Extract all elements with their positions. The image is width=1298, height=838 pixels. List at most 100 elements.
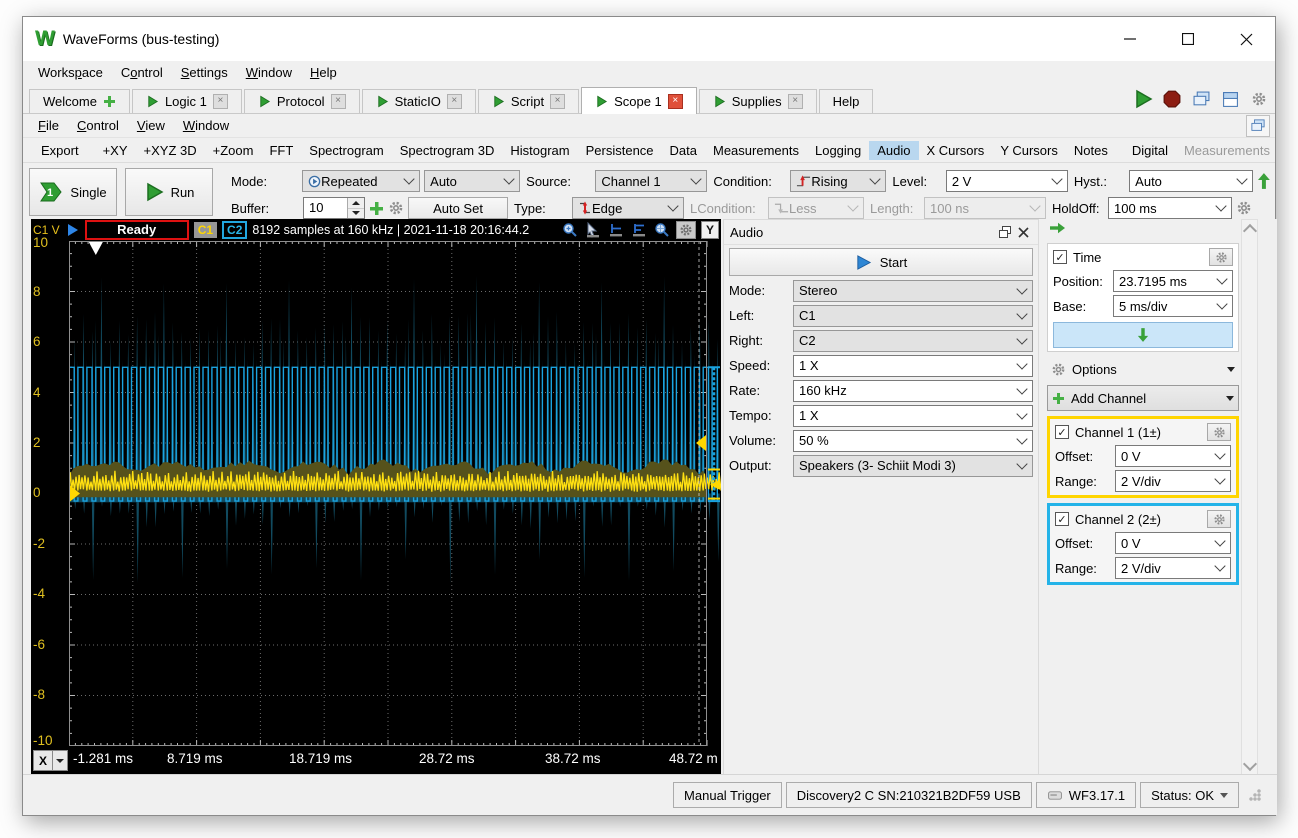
single-button[interactable]: 1 Single [29,168,117,216]
time-gear-icon[interactable] [1209,248,1233,266]
plot-settings-gear-icon[interactable] [676,221,696,239]
manual-trigger-button[interactable]: Manual Trigger [673,782,782,808]
audio-start-button[interactable]: Start [729,248,1033,276]
view-notes[interactable]: Notes [1066,141,1116,160]
view-histogram[interactable]: Histogram [502,141,577,160]
buffer-gear-icon[interactable] [388,200,404,216]
base-select[interactable]: 5 ms/div [1113,295,1233,317]
view-y-cursors[interactable]: Y Cursors [992,141,1066,160]
view-measurements[interactable]: Measurements [705,141,807,160]
close-button[interactable] [1217,17,1275,61]
scroll-down-icon[interactable] [1242,757,1256,771]
holdoff-select[interactable]: 100 ms [1108,197,1232,219]
menu-control[interactable]: Control [112,61,172,85]
channel2-checkbox[interactable]: ✓ [1055,512,1069,526]
close-icon[interactable]: × [331,94,346,109]
split-windows-button[interactable] [1218,87,1242,111]
collapse-panel-arrow-icon[interactable] [1047,219,1239,237]
stop-all-button[interactable] [1160,87,1184,111]
resize-grip[interactable] [1249,789,1261,801]
scope-menu-view[interactable]: View [128,114,174,138]
channel1-gear-icon[interactable] [1207,423,1231,441]
audio-mode-select[interactable]: Stereo [793,280,1033,302]
channel1-checkbox[interactable]: ✓ [1055,425,1069,439]
maximize-button[interactable] [1159,17,1217,61]
view-logging[interactable]: Logging [807,141,869,160]
status-ok-button[interactable]: Status: OK [1140,782,1239,808]
run-button[interactable]: Run [125,168,213,216]
tab-help[interactable]: Help [819,89,874,113]
channel1-range-select[interactable]: 2 V/div [1115,470,1231,492]
add-channel-button[interactable]: Add Channel [1047,385,1239,411]
float-panel-icon[interactable] [996,224,1014,240]
auto-set-button[interactable]: Auto Set [408,197,508,219]
channel2-range-select[interactable]: 2 V/div [1115,557,1231,579]
view-digital-measurements[interactable]: Measurements [1176,141,1278,160]
scope-menu-control[interactable]: Control [68,114,128,138]
position-select[interactable]: 23.7195 ms [1113,270,1233,292]
channel1-tab[interactable]: C1 [194,222,217,238]
view-zoom[interactable]: +Zoom [205,141,262,160]
menu-settings[interactable]: Settings [172,61,237,85]
trigger-gear-icon[interactable] [1236,200,1252,216]
add-buffer-icon[interactable] [369,201,384,216]
zoom-in-icon[interactable] [561,222,579,239]
base-down-button[interactable] [1053,322,1233,348]
tab-supplies[interactable]: Supplies × [699,89,817,113]
time-checkbox[interactable]: ✓ [1053,250,1067,264]
view-xyz3d[interactable]: +XYZ 3D [136,141,205,160]
menu-help[interactable]: Help [301,61,346,85]
settings-gear-icon[interactable] [1247,87,1271,111]
tab-welcome[interactable]: Welcome [29,89,130,113]
close-panel-icon[interactable] [1014,224,1032,240]
tab-staticio[interactable]: StaticIO × [362,89,476,113]
view-fft[interactable]: FFT [261,141,301,160]
view-data[interactable]: Data [662,141,705,160]
menu-workspace[interactable]: Workspace [29,61,112,85]
menu-window[interactable]: Window [237,61,301,85]
scope-menu-window[interactable]: Window [174,114,238,138]
lcondition-select[interactable]: Less [768,197,864,219]
options-row[interactable]: Options [1047,357,1239,381]
close-icon[interactable]: × [213,94,228,109]
panel-scrollbar[interactable] [1241,219,1258,776]
view-spectrogram-3d[interactable]: Spectrogram 3D [392,141,503,160]
type-select[interactable]: Edge [572,197,684,219]
audio-tempo-select[interactable]: 1 X [793,405,1033,427]
device-button[interactable]: Discovery2 C SN:210321B2DF59 USB [786,782,1032,808]
channel1-offset-select[interactable]: 0 V [1115,445,1231,467]
condition-select[interactable]: Rising [790,170,886,192]
view-digital[interactable]: Digital [1124,141,1176,160]
view-audio[interactable]: Audio [869,141,918,160]
float-window-button[interactable] [1246,115,1270,137]
view-xy[interactable]: +XY [95,141,136,160]
channel2-offset-select[interactable]: 0 V [1115,532,1231,554]
audio-output-select[interactable]: Speakers (3- Schiit Modi 3) [793,455,1033,477]
view-persistence[interactable]: Persistence [578,141,662,160]
source-select[interactable]: Channel 1 [595,170,707,192]
channel2-gear-icon[interactable] [1207,510,1231,528]
mode-select[interactable]: Repeated [302,170,420,192]
close-icon[interactable]: × [447,94,462,109]
y-cursor-tool-icon[interactable] [630,222,648,239]
view-x-cursors[interactable]: X Cursors [919,141,993,160]
close-icon[interactable]: × [788,94,803,109]
close-icon[interactable]: × [550,94,565,109]
zoom-fit-icon[interactable] [653,222,671,239]
audio-left-select[interactable]: C1 [793,305,1033,327]
tab-script[interactable]: Script × [478,89,579,113]
tab-scope-1[interactable]: Scope 1 × [581,87,697,114]
close-icon[interactable]: × [668,94,683,109]
view-export[interactable]: Export [33,141,87,160]
channel2-tab[interactable]: C2 [222,221,247,239]
tab-protocol[interactable]: Protocol × [244,89,360,113]
audio-volume-select[interactable]: 50 % [793,430,1033,452]
mode-auto-select[interactable]: Auto [424,170,520,192]
cascade-windows-button[interactable] [1189,87,1213,111]
scope-menu-file[interactable]: File [29,114,68,138]
run-all-button[interactable] [1131,87,1155,111]
length-select[interactable]: 100 ns [924,197,1046,219]
view-spectrogram[interactable]: Spectrogram [301,141,391,160]
x-cursor-tool-icon[interactable] [607,222,625,239]
tab-logic-1[interactable]: Logic 1 × [132,89,242,113]
